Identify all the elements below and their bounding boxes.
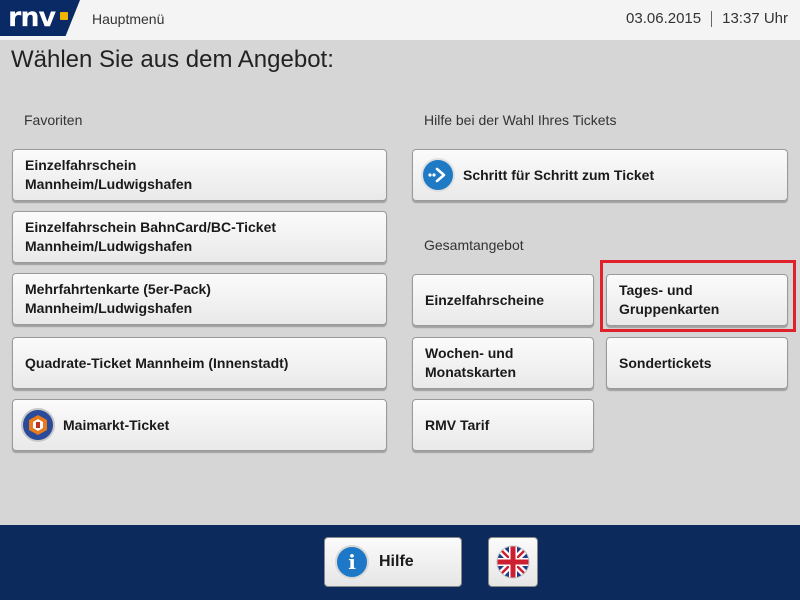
page-title: Wählen Sie aus dem Angebot: bbox=[11, 46, 334, 73]
rnv-logo: rnv bbox=[0, 0, 80, 36]
button-label: Maimarkt-Ticket bbox=[63, 416, 170, 433]
overall-offer-label: Gesamtangebot bbox=[424, 237, 524, 253]
favorite-maimarkt-button[interactable]: Maimarkt-Ticket bbox=[12, 399, 387, 451]
header-bar: rnv Hauptmenü 03.06.2015 13:37 Uhr bbox=[0, 0, 800, 40]
wochen-monatskarten-button[interactable]: Wochen- und Monatskarten bbox=[412, 337, 594, 389]
button-label: Einzelfahrschein Mannheim/Ludwigshafen bbox=[25, 157, 193, 192]
rmv-tarif-button[interactable]: RMV Tarif bbox=[412, 399, 594, 451]
selection-highlight bbox=[600, 260, 796, 332]
datetime: 03.06.2015 13:37 Uhr bbox=[626, 10, 788, 28]
language-english-button[interactable] bbox=[488, 537, 538, 587]
logo-accent bbox=[60, 12, 68, 20]
favorite-mehrfahrtenkarte-button[interactable]: Mehrfahrtenkarte (5er-Pack) Mannheim/Lud… bbox=[12, 273, 387, 325]
help-label: Hilfe bbox=[379, 553, 414, 570]
footer-bar: i Hilfe bbox=[0, 525, 800, 600]
button-label: Einzelfahrscheine bbox=[425, 291, 545, 308]
favorite-einzelfahrschein-button[interactable]: Einzelfahrschein Mannheim/Ludwigshafen bbox=[12, 149, 387, 201]
button-label: Einzelfahrschein BahnCard/BC-Ticket Mann… bbox=[25, 219, 277, 254]
button-label: Wochen- und Monatskarten bbox=[425, 345, 517, 380]
logo-text: rnv bbox=[8, 2, 56, 33]
button-label: Sondertickets bbox=[619, 354, 712, 371]
maimarkt-logo-icon bbox=[21, 408, 55, 442]
favorite-quadrate-ticket-button[interactable]: Quadrate-Ticket Mannheim (Innenstadt) bbox=[12, 337, 387, 389]
help-button[interactable]: i Hilfe bbox=[324, 537, 462, 587]
favorite-bahncard-button[interactable]: Einzelfahrschein BahnCard/BC-Ticket Mann… bbox=[12, 211, 387, 263]
sondertickets-button[interactable]: Sondertickets bbox=[606, 337, 788, 389]
button-label: Quadrate-Ticket Mannheim (Innenstadt) bbox=[25, 354, 289, 371]
button-label: Schritt für Schritt zum Ticket bbox=[463, 166, 655, 183]
menu-title: Hauptmenü bbox=[92, 11, 165, 27]
divider bbox=[711, 11, 713, 28]
step-by-step-button[interactable]: Schritt für Schritt zum Ticket bbox=[412, 149, 788, 201]
einzelfahrscheine-button[interactable]: Einzelfahrscheine bbox=[412, 274, 594, 326]
info-icon: i bbox=[335, 545, 369, 579]
date-text: 03.06.2015 bbox=[626, 10, 702, 27]
button-label: Mehrfahrtenkarte (5er-Pack) Mannheim/Lud… bbox=[25, 281, 211, 316]
time-text: 13:37 Uhr bbox=[722, 10, 788, 27]
uk-flag-icon bbox=[496, 545, 530, 579]
favorites-label: Favoriten bbox=[24, 112, 83, 128]
help-section-label: Hilfe bei der Wahl Ihres Tickets bbox=[424, 112, 617, 128]
arrow-right-icon bbox=[421, 158, 455, 192]
button-label: RMV Tarif bbox=[425, 416, 490, 433]
